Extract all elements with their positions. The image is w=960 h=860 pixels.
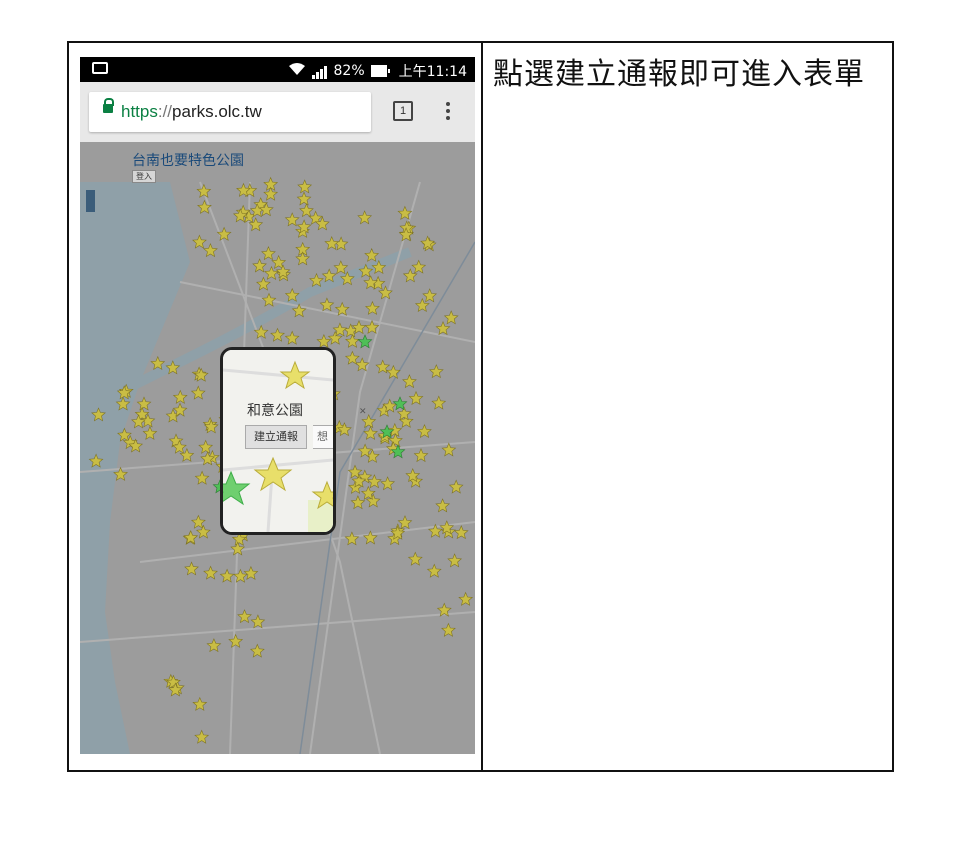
wifi-icon bbox=[288, 62, 306, 80]
secondary-popup-button[interactable]: 想 bbox=[313, 425, 333, 449]
map-view[interactable]: 台南也要特色公園 登入 ✕ 和意公園 建立通報 想 bbox=[80, 142, 475, 754]
document-table: 82% 上午11:14 https://parks.olc.tw 1 台南也要特… bbox=[67, 41, 894, 772]
battery-icon bbox=[370, 65, 390, 77]
clock: 上午11:14 bbox=[398, 64, 467, 80]
park-popup: 和意公園 建立通報 想 bbox=[220, 347, 336, 535]
url-host: parks.olc.tw bbox=[172, 102, 262, 121]
lock-icon bbox=[103, 98, 114, 113]
image-notification-icon bbox=[92, 62, 108, 74]
url-scheme: https bbox=[121, 102, 158, 121]
tab-switcher-button[interactable]: 1 bbox=[393, 101, 413, 121]
signal-icon bbox=[311, 63, 328, 79]
phone-screenshot: 82% 上午11:14 https://parks.olc.tw 1 台南也要特… bbox=[80, 57, 475, 754]
status-bar: 82% 上午11:14 bbox=[80, 57, 475, 82]
url-bar[interactable]: https://parks.olc.tw bbox=[89, 92, 371, 132]
park-name: 和意公園 bbox=[247, 403, 303, 419]
zoom-control[interactable] bbox=[86, 190, 95, 212]
instruction-text: 點選建立通報即可進入表單 bbox=[493, 57, 865, 92]
create-report-button[interactable]: 建立通報 bbox=[245, 425, 307, 449]
battery-percent: 82% bbox=[333, 63, 365, 79]
login-button[interactable]: 登入 bbox=[132, 170, 156, 183]
url-separator: :// bbox=[157, 102, 173, 121]
column-divider bbox=[481, 43, 483, 770]
popup-close-icon[interactable]: ✕ bbox=[359, 407, 367, 417]
browser-toolbar: https://parks.olc.tw 1 bbox=[80, 82, 475, 142]
map-title: 台南也要特色公園 bbox=[132, 153, 244, 169]
overflow-menu-icon[interactable] bbox=[445, 100, 451, 122]
